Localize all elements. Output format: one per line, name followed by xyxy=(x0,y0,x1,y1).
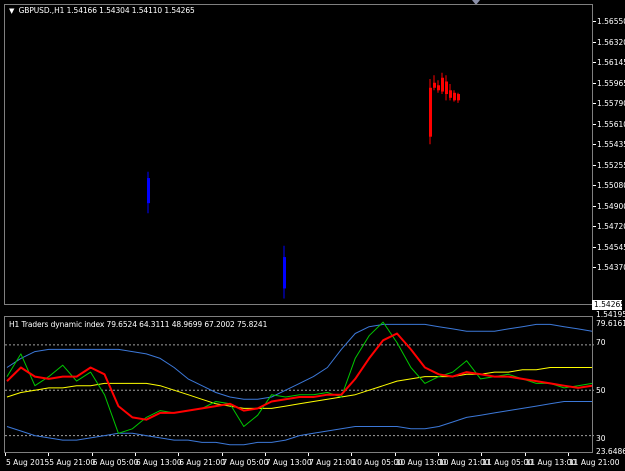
time-axis-tick xyxy=(221,453,223,456)
indicator-level-30: 30 xyxy=(596,434,606,443)
indicator-chart[interactable] xyxy=(5,317,594,454)
price-bar-body xyxy=(445,81,448,95)
indicator-bottom-value: 23.6486 xyxy=(596,447,625,456)
price-axis-label: 1.54545 xyxy=(597,242,625,252)
price-axis-label: 1.56320 xyxy=(597,37,625,47)
price-axis-label: 1.56550 xyxy=(597,17,625,26)
time-axis-label: 7 Aug 21:00 xyxy=(309,458,355,467)
time-axis-tick xyxy=(134,453,136,456)
price-axis-tick xyxy=(593,205,596,207)
indicator-top-value: 1.54195 xyxy=(596,310,625,319)
price-axis-label: 1.54900 xyxy=(597,201,625,211)
price-bar-body xyxy=(453,92,456,101)
time-axis-label: 6 Aug 13:00 xyxy=(135,458,182,467)
time-axis-label: 7 Aug 13:00 xyxy=(265,458,312,467)
indicator-line-signal xyxy=(6,332,593,421)
price-axis-tick xyxy=(593,103,596,104)
price-axis-tick xyxy=(593,246,596,248)
indicator-line-rsi-price xyxy=(6,321,593,434)
price-chart[interactable] xyxy=(5,5,594,306)
time-axis-label: 5 Aug 2015 xyxy=(6,458,50,467)
price-bar-body xyxy=(437,85,440,91)
time-axis-label: 6 Aug 21:00 xyxy=(179,458,225,467)
price-axis-tick xyxy=(593,41,596,43)
time-axis-tick xyxy=(438,453,439,456)
price-axis-tick xyxy=(593,267,596,268)
price-axis-tick xyxy=(593,185,596,186)
current-price-label: 1.54265 xyxy=(592,300,625,310)
time-axis-tick xyxy=(308,453,310,456)
price-axis-label: 1.55610 xyxy=(597,119,625,129)
price-axis-label: 1.54370 xyxy=(597,263,625,272)
time-axis-tick xyxy=(481,453,483,456)
main-price-panel[interactable]: ▼ GBPUSD.,H1 1.54166 1.54304 1.54110 1.5… xyxy=(4,4,593,305)
price-axis-tick xyxy=(593,123,596,125)
price-axis-label: 1.55965 xyxy=(597,78,625,88)
price-axis-label: 1.54720 xyxy=(597,222,625,231)
time-axis-label: 6 Aug 05:00 xyxy=(92,458,139,467)
price-bar-body xyxy=(433,82,436,88)
price-bar-body xyxy=(449,90,452,98)
indicator-level-70: 70 xyxy=(596,338,606,347)
indicator-line-lower-band xyxy=(6,401,592,446)
time-axis-tick xyxy=(351,453,353,456)
time-axis-label: 7 Aug 05:00 xyxy=(222,458,269,467)
price-axis-label: 1.55790 xyxy=(597,99,625,108)
price-axis-tick xyxy=(593,226,596,227)
price-axis-label: 1.56145 xyxy=(597,58,625,67)
time-axis-tick xyxy=(394,453,396,456)
price-bar-body xyxy=(457,94,460,101)
price-axis-label: 1.55435 xyxy=(597,140,625,149)
indicator-line-middle xyxy=(6,367,592,409)
time-axis-tick xyxy=(567,453,569,456)
indicator-level-50: 50 xyxy=(596,386,606,395)
price-bar-body xyxy=(283,257,286,289)
price-axis-tick xyxy=(593,144,596,145)
time-axis-tick xyxy=(264,453,266,456)
price-axis-tick xyxy=(593,21,596,22)
indicator-panel[interactable]: H1 Traders dynamic index 79.6524 64.3111… xyxy=(4,316,594,454)
price-axis-tick xyxy=(593,62,596,63)
time-axis-tick xyxy=(178,453,180,456)
price-bar-body xyxy=(441,77,444,92)
price-bar-body xyxy=(429,87,432,137)
time-axis-tick xyxy=(48,453,50,456)
price-axis-tick xyxy=(593,164,596,166)
indicator-current-value: 79.6161 xyxy=(596,319,625,328)
price-bar-body xyxy=(147,178,150,204)
indicator-line-upper-band xyxy=(6,323,593,400)
time-axis-tick xyxy=(524,453,526,456)
price-axis-label: 1.55255 xyxy=(597,160,625,170)
price-axis-label: 1.55080 xyxy=(597,181,625,190)
chart-window[interactable]: ▼ GBPUSD.,H1 1.54166 1.54304 1.54110 1.5… xyxy=(0,0,625,471)
time-axis-tick xyxy=(5,453,6,456)
time-axis-tick xyxy=(91,453,93,456)
time-axis-label: 5 Aug 21:00 xyxy=(49,458,96,467)
time-axis-label: 11 Aug 21:00 xyxy=(568,458,620,467)
price-axis-tick xyxy=(593,82,596,84)
